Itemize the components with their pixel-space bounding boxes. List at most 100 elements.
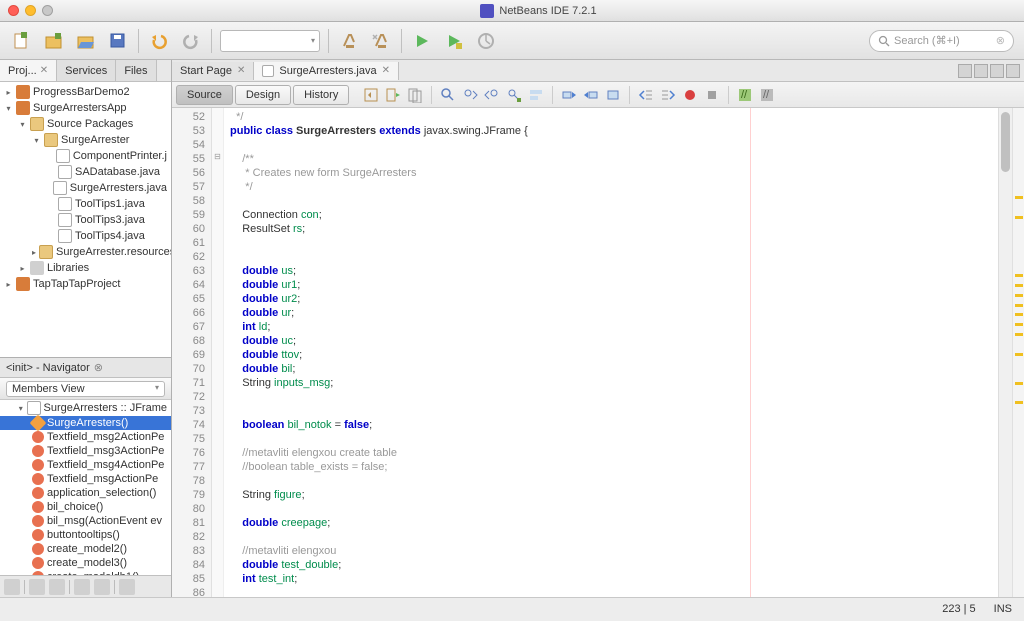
navigator-header: <init> - Navigator⊗ (0, 358, 171, 378)
services-tab[interactable]: Services (57, 60, 116, 81)
find-prev-button[interactable] (460, 85, 480, 105)
navigator-member[interactable]: application_selection() (0, 486, 171, 500)
toggle-highlight-button[interactable] (504, 85, 524, 105)
navigator-member[interactable]: Textfield_msgActionPe (0, 472, 171, 486)
navigator-member[interactable]: buttontooltips() (0, 528, 171, 542)
dropdown-icon[interactable] (990, 64, 1004, 78)
project-tree-item[interactable]: ▸SurgeArrester.resources (0, 244, 171, 260)
project-tree-item[interactable]: ComponentPrinter.j (0, 148, 171, 164)
source-mode-button[interactable]: Source (176, 85, 233, 105)
toolbar-separator (138, 29, 139, 53)
toggle-bookmark-button[interactable] (603, 85, 623, 105)
new-project-button[interactable] (42, 29, 66, 53)
project-tree-item[interactable]: ▸Libraries (0, 260, 171, 276)
nav-filter-button[interactable] (49, 579, 65, 595)
nav-filter-button[interactable] (29, 579, 45, 595)
debug-button[interactable] (442, 29, 466, 53)
project-tree-item[interactable]: ▾Source Packages (0, 116, 171, 132)
projects-tab[interactable]: Proj...✕ (0, 60, 57, 81)
forward-button[interactable] (405, 85, 425, 105)
line-gutter[interactable]: 5253545556575859606162636465666768697071… (172, 108, 212, 597)
run-config-combo[interactable]: ▾ (220, 30, 320, 52)
back-button[interactable] (383, 85, 403, 105)
project-tree-item[interactable]: SADatabase.java (0, 164, 171, 180)
project-tree-item[interactable]: ▸ProgressBarDemo2 (0, 84, 171, 100)
insert-mode: INS (994, 603, 1012, 615)
shift-left-button[interactable] (636, 85, 656, 105)
toggle-rect-select-button[interactable] (526, 85, 546, 105)
zoom-window-icon[interactable] (42, 5, 53, 16)
navigator-member[interactable]: create_model3() (0, 556, 171, 570)
macro-stop-button[interactable] (702, 85, 722, 105)
redo-button[interactable] (179, 29, 203, 53)
close-icon[interactable]: ⊗ (94, 361, 103, 374)
svg-text://: // (741, 89, 748, 101)
project-tree-item[interactable]: ▾SurgeArrester (0, 132, 171, 148)
uncomment-button[interactable]: // (757, 85, 777, 105)
build-button[interactable] (337, 29, 361, 53)
projects-tree[interactable]: ▸ProgressBarDemo2▾SurgeArrestersApp▾Sour… (0, 82, 171, 357)
navigator-member[interactable]: bil_msg(ActionEvent ev (0, 514, 171, 528)
code-content[interactable]: */public class SurgeArresters extends ja… (224, 108, 998, 597)
scroll-left-icon[interactable] (958, 64, 972, 78)
nav-filter-button[interactable] (94, 579, 110, 595)
error-stripe[interactable] (1012, 108, 1024, 597)
clear-icon[interactable]: ⊗ (996, 34, 1005, 47)
navigator-member[interactable]: Textfield_msg3ActionPe (0, 444, 171, 458)
project-tree-item[interactable]: ▸TapTapTapProject (0, 276, 171, 292)
new-file-button[interactable] (10, 29, 34, 53)
navigator-member[interactable]: SurgeArresters() (0, 416, 171, 430)
navigator-root[interactable]: ▾SurgeArresters :: JFrame (0, 400, 171, 416)
window-title: NetBeans IDE 7.2.1 (499, 5, 596, 17)
project-tree-item[interactable]: ToolTips4.java (0, 228, 171, 244)
macro-record-button[interactable] (680, 85, 700, 105)
project-tree-item[interactable]: ▾SurgeArrestersApp (0, 100, 171, 116)
nav-filter-button[interactable] (4, 579, 20, 595)
scroll-right-icon[interactable] (974, 64, 988, 78)
nav-filter-button[interactable] (74, 579, 90, 595)
toolbar-separator (328, 29, 329, 53)
scrollbar-thumb[interactable] (1001, 112, 1010, 172)
files-tab[interactable]: Files (116, 60, 156, 81)
maximize-icon[interactable] (1006, 64, 1020, 78)
navigator-member[interactable]: Textfield_msg4ActionPe (0, 458, 171, 472)
design-mode-button[interactable]: Design (235, 85, 291, 105)
window-titlebar: NetBeans IDE 7.2.1 (0, 0, 1024, 22)
open-project-button[interactable] (74, 29, 98, 53)
navigator-view-combo[interactable]: Members View▾ (0, 378, 171, 400)
vertical-scrollbar[interactable] (998, 108, 1012, 597)
margin-guide (750, 108, 751, 597)
navigator-member[interactable]: Textfield_msg2ActionPe (0, 430, 171, 444)
run-button[interactable] (410, 29, 434, 53)
prev-bookmark-button[interactable] (559, 85, 579, 105)
tab-start-page[interactable]: Start Page✕ (172, 62, 254, 80)
navigator-member[interactable]: bil_choice() (0, 500, 171, 514)
history-mode-button[interactable]: History (293, 85, 349, 105)
quick-search-input[interactable]: Search (⌘+I) ⊗ (869, 30, 1014, 52)
navigator-tree[interactable]: ▾SurgeArresters :: JFrame SurgeArresters… (0, 400, 171, 575)
undo-button[interactable] (147, 29, 171, 53)
minimize-window-icon[interactable] (25, 5, 36, 16)
find-next-button[interactable] (482, 85, 502, 105)
project-tree-item[interactable]: ToolTips1.java (0, 196, 171, 212)
fold-gutter[interactable]: ⊟ (212, 108, 224, 597)
profile-button[interactable] (474, 29, 498, 53)
window-controls (8, 5, 53, 16)
nav-filter-button[interactable] (119, 579, 135, 595)
close-icon[interactable]: ✕ (382, 65, 390, 76)
tab-surgearresters-java[interactable]: SurgeArresters.java✕ (254, 62, 399, 80)
last-edit-button[interactable] (361, 85, 381, 105)
comment-button[interactable]: // (735, 85, 755, 105)
code-editor[interactable]: 5253545556575859606162636465666768697071… (172, 108, 1024, 597)
next-bookmark-button[interactable] (581, 85, 601, 105)
shift-right-button[interactable] (658, 85, 678, 105)
close-window-icon[interactable] (8, 5, 19, 16)
project-tree-item[interactable]: ToolTips3.java (0, 212, 171, 228)
navigator-member[interactable]: create_model2() (0, 542, 171, 556)
close-icon[interactable]: ✕ (237, 65, 245, 76)
save-all-button[interactable] (106, 29, 130, 53)
close-icon[interactable]: ✕ (40, 65, 48, 76)
clean-build-button[interactable] (369, 29, 393, 53)
project-tree-item[interactable]: SurgeArresters.java (0, 180, 171, 196)
find-selection-button[interactable] (438, 85, 458, 105)
